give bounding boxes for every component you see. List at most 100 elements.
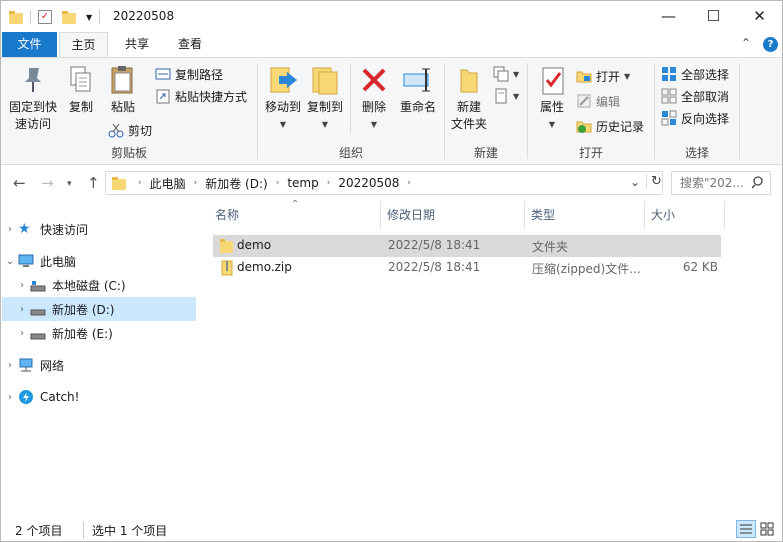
breadcrumb-chevron-icon[interactable]: › — [190, 178, 202, 188]
address-folder-icon — [112, 175, 128, 191]
search-input[interactable]: 搜索"202... — [671, 171, 771, 195]
new-folder-icon[interactable] — [62, 10, 76, 24]
details-view-icon[interactable] — [736, 520, 756, 538]
folder-icon — [9, 10, 23, 24]
breadcrumb-this-pc[interactable]: 此电脑 — [146, 175, 190, 192]
easy-access-caret-icon: ▼ — [513, 91, 520, 101]
copy-path-button[interactable]: 复制路径 — [155, 64, 223, 84]
tab-view[interactable]: 查看 — [166, 32, 214, 57]
copy-button[interactable]: 复制 — [63, 64, 99, 116]
properties-button[interactable]: 属性 ▼ — [532, 64, 572, 133]
table-row[interactable]: demo.zip 2022/5/8 18:41 压缩(zipped)文件... … — [213, 257, 721, 279]
history-button[interactable]: 历史记录 — [576, 116, 644, 136]
breadcrumb-chevron-icon[interactable]: › — [403, 178, 415, 188]
nav-item-volume-e[interactable]: › 新加卷 (E:) — [2, 321, 196, 345]
network-icon — [18, 357, 34, 373]
select-none-button[interactable]: 全部取消 — [661, 86, 729, 106]
nav-item-volume-d[interactable]: › 新加卷 (D:) — [2, 297, 196, 321]
new-folder-icon — [453, 64, 485, 96]
address-dropdown-icon[interactable]: ⌄ — [630, 175, 640, 189]
computer-icon — [18, 253, 34, 269]
cut-label: 剪切 — [128, 123, 153, 138]
nav-item-network[interactable]: › 网络 — [2, 353, 196, 377]
new-item-button[interactable]: ▼ — [493, 64, 519, 84]
close-button[interactable]: ✕ — [737, 1, 782, 31]
minimize-button[interactable]: — — [646, 1, 691, 31]
breadcrumb-volume-d[interactable]: 新加卷 (D:) — [201, 175, 271, 192]
expand-chevron-icon[interactable]: › — [2, 224, 18, 235]
refresh-icon[interactable]: ↻ — [646, 174, 662, 189]
breadcrumb-chevron-icon[interactable]: › — [134, 178, 146, 188]
column-header-size[interactable]: 大小 — [645, 201, 725, 229]
new-folder-label-1: 新建 — [456, 100, 481, 114]
help-icon[interactable]: ? — [763, 37, 778, 52]
back-arrow-icon[interactable]: ← — [13, 174, 26, 192]
delete-button[interactable]: 删除 ▼ — [356, 64, 392, 133]
tab-file[interactable]: 文件 — [2, 32, 57, 57]
new-item-icon — [493, 66, 509, 82]
easy-access-button[interactable]: ▼ — [493, 86, 519, 106]
pin-quick-access-button[interactable]: 固定到快 速访问 — [5, 64, 61, 133]
column-header-name[interactable]: 名称 — [209, 201, 381, 229]
breadcrumb-20220508[interactable]: 20220508 — [334, 176, 403, 190]
invert-selection-button[interactable]: 反向选择 — [661, 108, 729, 128]
large-icons-view-icon[interactable] — [758, 520, 778, 538]
file-type: 文件夹 — [532, 240, 569, 254]
column-header-date[interactable]: 修改日期 — [381, 201, 525, 229]
new-folder-button[interactable]: 新建 文件夹 — [447, 64, 491, 133]
move-to-icon — [267, 64, 299, 96]
rename-button[interactable]: 重命名 — [396, 64, 440, 116]
nav-item-this-pc[interactable]: ⌄ 此电脑 — [2, 249, 196, 273]
properties-check-icon[interactable]: ✓ — [38, 10, 52, 24]
select-all-button[interactable]: 全部选择 — [661, 64, 729, 84]
rename-label: 重命名 — [399, 100, 436, 114]
expand-chevron-icon[interactable]: › — [14, 280, 30, 291]
ribbon-collapse-icon[interactable]: ⌃ — [741, 36, 751, 50]
breadcrumb-chevron-icon[interactable]: › — [323, 178, 335, 188]
edit-button[interactable]: 编辑 — [576, 91, 620, 111]
copy-to-label: 复制到 — [306, 100, 343, 114]
expand-chevron-icon[interactable]: › — [2, 360, 18, 371]
table-row[interactable]: demo 2022/5/8 18:41 文件夹 — [213, 235, 721, 257]
expand-chevron-icon[interactable]: › — [14, 328, 30, 339]
select-none-icon — [661, 88, 677, 104]
easy-access-icon — [493, 88, 509, 104]
breadcrumb-temp[interactable]: temp — [283, 176, 322, 190]
cut-button[interactable]: 剪切 — [108, 120, 152, 140]
expand-chevron-icon[interactable]: › — [14, 304, 30, 315]
breadcrumb-chevron-icon[interactable]: › — [272, 178, 284, 188]
search-placeholder: 搜索"202... — [680, 176, 744, 190]
navigation-pane: › ★ 快速访问 ⌄ 此电脑 › 本地磁盘 (C:) › 新加卷 (D:) › … — [2, 201, 196, 511]
rename-icon — [402, 64, 434, 96]
maximize-button[interactable]: ☐ — [691, 1, 736, 31]
nav-item-catch[interactable]: › Catch! — [2, 385, 196, 409]
history-icon — [576, 118, 592, 134]
copy-to-button[interactable]: 复制到 ▼ — [304, 64, 346, 133]
open-folder-icon — [576, 68, 592, 84]
open-button[interactable]: 打开 ▼ — [576, 66, 630, 86]
tab-share[interactable]: 共享 — [113, 32, 161, 57]
column-header-type[interactable]: 类型 — [525, 201, 645, 229]
nav-item-local-disk-c[interactable]: › 本地磁盘 (C:) — [2, 273, 196, 297]
qat-dropdown-icon[interactable]: ▼ — [86, 13, 92, 22]
tab-home[interactable]: 主页 — [59, 32, 108, 58]
expand-chevron-icon[interactable]: › — [2, 392, 18, 403]
nav-label: 新加卷 (D:) — [52, 302, 115, 317]
nav-item-quick-access[interactable]: › ★ 快速访问 — [2, 217, 196, 241]
open-label: 打开 — [596, 69, 621, 84]
address-bar[interactable]: › 此电脑 › 新加卷 (D:) › temp › 20220508 › ⌄ ↻ — [105, 171, 663, 195]
properties-label: 属性 — [539, 100, 564, 114]
forward-arrow-icon[interactable]: → — [41, 174, 54, 192]
paste-icon — [107, 64, 139, 96]
collapse-chevron-icon[interactable]: ⌄ — [2, 256, 18, 267]
recent-locations-chevron-icon[interactable]: ▾ — [67, 179, 72, 189]
group-label-clipboard: 剪贴板 — [110, 146, 147, 160]
up-arrow-icon[interactable]: ↑ — [87, 174, 100, 192]
select-all-icon — [661, 66, 677, 82]
move-to-label: 移动到 — [264, 100, 301, 114]
paste-shortcut-button[interactable]: 粘贴快捷方式 — [155, 86, 247, 106]
move-to-button[interactable]: 移动到 ▼ — [262, 64, 304, 133]
copy-path-icon — [155, 66, 171, 82]
file-name: demo.zip — [237, 260, 292, 274]
paste-button[interactable]: 粘贴 — [105, 64, 141, 116]
